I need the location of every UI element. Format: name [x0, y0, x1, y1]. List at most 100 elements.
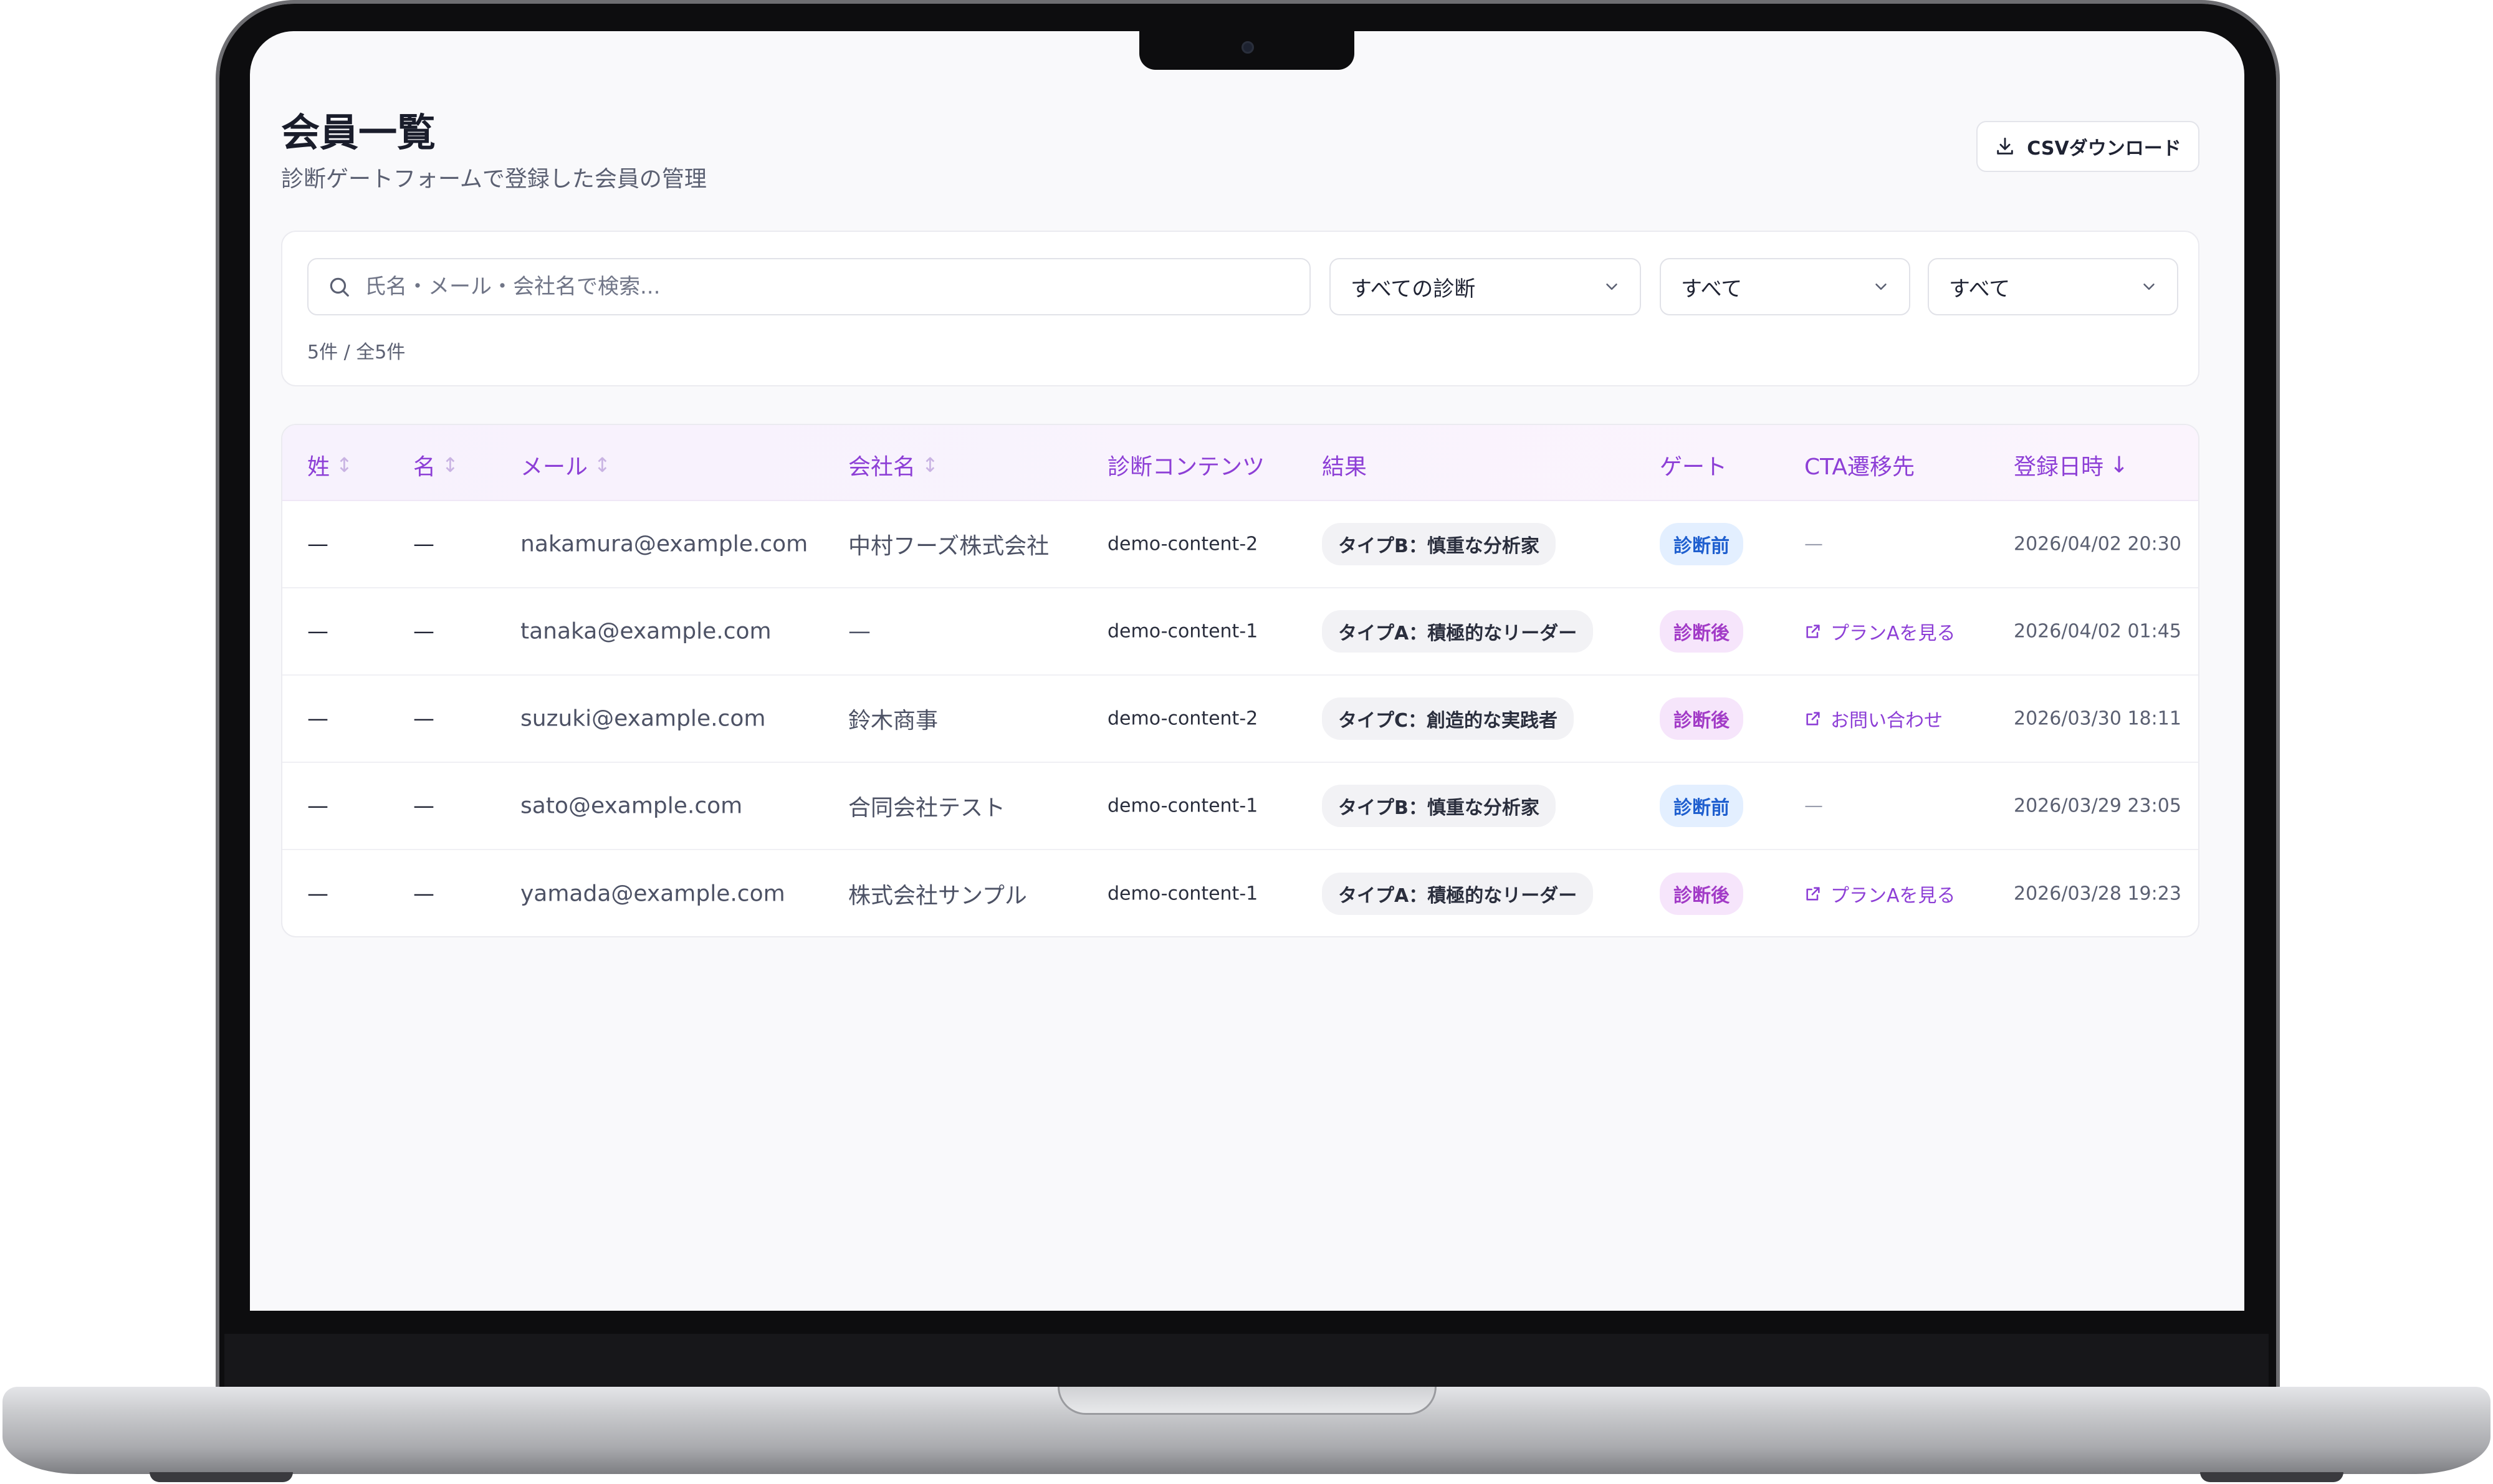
column-header-cta: CTA遷移先: [1804, 449, 1915, 481]
cell-content: demo-content-1: [1108, 795, 1258, 817]
column-header-company[interactable]: 会社名 ↕: [848, 449, 939, 481]
external-link-icon: [1806, 712, 1820, 725]
cell-company: —: [848, 618, 871, 644]
gate-badge: 診断前: [1660, 523, 1743, 565]
cell-content: demo-content-2: [1108, 533, 1258, 555]
cell-company: 鈴木商事: [848, 708, 939, 734]
external-link-icon: [1806, 625, 1820, 638]
cell-content: demo-content-1: [1108, 883, 1258, 905]
chevron-down-icon: [1606, 284, 1617, 290]
result-badge: タイプC：創造的な実践者: [1322, 697, 1574, 740]
cell-first-name: —: [413, 706, 434, 731]
gate-badge: 診断後: [1660, 697, 1743, 740]
cta-link-label: プランAを見る: [1830, 623, 1956, 644]
diagnosis-filter-value: すべての診断: [1351, 276, 1476, 302]
external-link-icon: [1806, 887, 1820, 901]
column-label: CTA遷移先: [1804, 454, 1915, 480]
search-box[interactable]: [307, 258, 1311, 315]
sort-icon: ↕: [922, 453, 939, 477]
column-label: メール: [520, 454, 588, 480]
gate-badge: 診断後: [1660, 610, 1743, 653]
page-title: 会員一覧: [281, 110, 436, 155]
cell-registered: 2026/03/29 23:05: [2014, 795, 2181, 817]
cell-email: suzuki@example.com: [520, 706, 766, 732]
cta-empty: —: [1804, 533, 1823, 555]
diagnosis-filter-select[interactable]: すべての診断: [1329, 258, 1641, 315]
table-header: 姓 ↕ 名 ↕ メール ↕ 会社名 ↕ 診断コンテンツ 結果 ゲート CTA遷移…: [282, 425, 2198, 501]
gate-filter-select[interactable]: すべて: [1660, 258, 1910, 315]
result-badge: タイプA：積極的なリーダー: [1322, 610, 1594, 653]
cell-registered: 2026/04/02 01:45: [2014, 620, 2181, 643]
table-row[interactable]: — — nakamura@example.com 中村フーズ株式会社 demo-cont…: [282, 501, 2198, 588]
chevron-down-icon: [2143, 284, 2155, 290]
laptop-foot-left: [150, 1472, 293, 1482]
cell-last-name: —: [307, 793, 328, 818]
page-subtitle: 診断ゲートフォームで登録した会員の管理: [281, 166, 707, 192]
cell-last-name: —: [307, 881, 328, 906]
gate-badge: 診断前: [1660, 785, 1743, 827]
column-label: 診断コンテンツ: [1108, 454, 1265, 480]
cell-email: yamada@example.com: [520, 881, 785, 907]
cta-link-label: プランAを見る: [1830, 885, 1956, 907]
cta-empty: —: [1804, 795, 1823, 817]
sort-icon: ↕: [336, 453, 353, 477]
column-label: 結果: [1322, 454, 1367, 480]
column-header-first-name[interactable]: 名 ↕: [413, 449, 459, 481]
cell-company: 合同会社テスト: [848, 795, 1006, 821]
column-header-registered[interactable]: 登録日時 ↓: [2014, 449, 2128, 481]
column-header-gate: ゲート: [1660, 449, 1727, 481]
download-icon: [1997, 137, 2014, 155]
column-header-last-name[interactable]: 姓 ↕: [307, 449, 353, 481]
cell-first-name: —: [413, 881, 434, 906]
cta-link[interactable]: プランAを見る: [1804, 880, 1956, 907]
cta-link-label: お問い合わせ: [1830, 710, 1943, 732]
column-header-email[interactable]: メール ↕: [520, 449, 611, 481]
column-header-content: 診断コンテンツ: [1108, 449, 1265, 481]
camera-icon: [1242, 41, 1254, 54]
result-badge: タイプB：慎重な分析家: [1322, 523, 1556, 565]
sort-icon: ↕: [594, 453, 611, 477]
cell-first-name: —: [413, 532, 434, 557]
gate-badge: 診断後: [1660, 873, 1743, 915]
laptop-foot-right: [2200, 1472, 2343, 1482]
cell-email: sato@example.com: [520, 793, 743, 819]
csv-download-label: CSVダウンロード: [2027, 138, 2181, 160]
cell-last-name: —: [307, 532, 328, 557]
cell-content: demo-content-1: [1108, 620, 1258, 643]
cell-email: nakamura@example.com: [520, 531, 808, 557]
members-table: 姓 ↕ 名 ↕ メール ↕ 会社名 ↕ 診断コンテンツ 結果 ゲート CTA遷移…: [281, 424, 2199, 937]
laptop-hinge: [224, 1334, 2269, 1391]
cta-link[interactable]: お問い合わせ: [1804, 705, 1943, 732]
cta-filter-select[interactable]: すべて: [1928, 258, 2178, 315]
filter-panel: すべての診断 すべて すべて 5件 / 全5件: [281, 231, 2199, 386]
table-row[interactable]: — — sato@example.com 合同会社テスト demo-content-1 タ…: [282, 763, 2198, 850]
column-header-result: 結果: [1322, 449, 1367, 481]
cta-link[interactable]: プランAを見る: [1804, 618, 1956, 645]
cell-first-name: —: [413, 793, 434, 818]
sort-icon: ↕: [442, 453, 459, 477]
column-label: 姓: [307, 454, 330, 480]
laptop-base-notch: [1058, 1387, 1437, 1415]
cell-registered: 2026/03/28 19:23: [2014, 883, 2181, 905]
cta-filter-value: すべて: [1949, 276, 2011, 302]
gate-filter-value: すべて: [1681, 276, 1743, 302]
column-label: ゲート: [1660, 454, 1728, 480]
csv-download-button[interactable]: CSVダウンロード: [1976, 121, 2199, 172]
result-count: 5件 / 全5件: [307, 342, 406, 363]
table-row[interactable]: — — yamada@example.com 株式会社サンプル demo-content…: [282, 850, 2198, 936]
cell-registered: 2026/03/30 18:11: [2014, 707, 2181, 730]
cell-registered: 2026/04/02 20:30: [2014, 533, 2181, 555]
cell-company: 中村フーズ株式会社: [848, 534, 1050, 559]
cell-content: demo-content-2: [1108, 707, 1258, 730]
column-label: 登録日時: [2014, 454, 2104, 480]
cell-email: tanaka@example.com: [520, 618, 772, 644]
column-label: 会社名: [848, 454, 916, 480]
cell-last-name: —: [307, 619, 328, 644]
result-badge: タイプA：積極的なリーダー: [1322, 873, 1594, 915]
result-badge: タイプB：慎重な分析家: [1322, 785, 1556, 827]
search-input[interactable]: [365, 274, 1237, 299]
table-row[interactable]: — — suzuki@example.com 鈴木商事 demo-content-2 タイ…: [282, 676, 2198, 763]
column-label: 名: [413, 454, 436, 480]
cell-last-name: —: [307, 706, 328, 731]
table-row[interactable]: — — tanaka@example.com — demo-content-1 タイプA：…: [282, 588, 2198, 676]
